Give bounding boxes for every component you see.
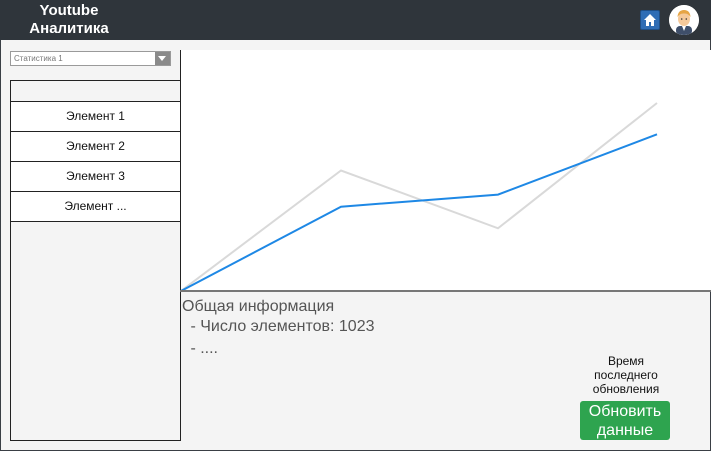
info-extra-line: - .... bbox=[186, 340, 218, 357]
home-button[interactable] bbox=[640, 10, 660, 30]
element-list-header bbox=[11, 81, 180, 102]
app-title: Youtube Аналитика bbox=[29, 2, 109, 37]
chart-y-axis bbox=[180, 50, 181, 291]
series-line-primary bbox=[181, 133, 658, 291]
element-list-panel: Элемент 1 Элемент 2 Элемент 3 Элемент ..… bbox=[10, 80, 181, 441]
user-avatar-icon bbox=[669, 5, 699, 35]
list-item[interactable]: Элемент 3 bbox=[11, 162, 180, 192]
home-icon bbox=[644, 14, 656, 26]
info-title: Общая информация bbox=[182, 298, 335, 315]
statistics-select[interactable]: Статистика 1 bbox=[10, 51, 171, 66]
refresh-data-button[interactable]: Обновить данные bbox=[580, 401, 670, 440]
line-chart bbox=[181, 50, 711, 291]
statistics-select-value: Статистика 1 bbox=[14, 54, 63, 63]
info-element-count: - Число элементов: 1023 bbox=[186, 318, 375, 335]
list-item[interactable]: Элемент 1 bbox=[11, 102, 180, 132]
list-item[interactable]: Элемент 2 bbox=[11, 132, 180, 162]
list-item[interactable]: Элемент ... bbox=[11, 192, 180, 222]
chevron-down-icon[interactable] bbox=[155, 52, 170, 65]
user-avatar[interactable] bbox=[669, 5, 699, 35]
series-line-secondary bbox=[181, 102, 658, 291]
top-bar: Youtube Аналитика bbox=[0, 0, 711, 40]
chart-x-axis bbox=[180, 290, 711, 292]
last-update-label: Время последнего обновления bbox=[592, 354, 660, 396]
